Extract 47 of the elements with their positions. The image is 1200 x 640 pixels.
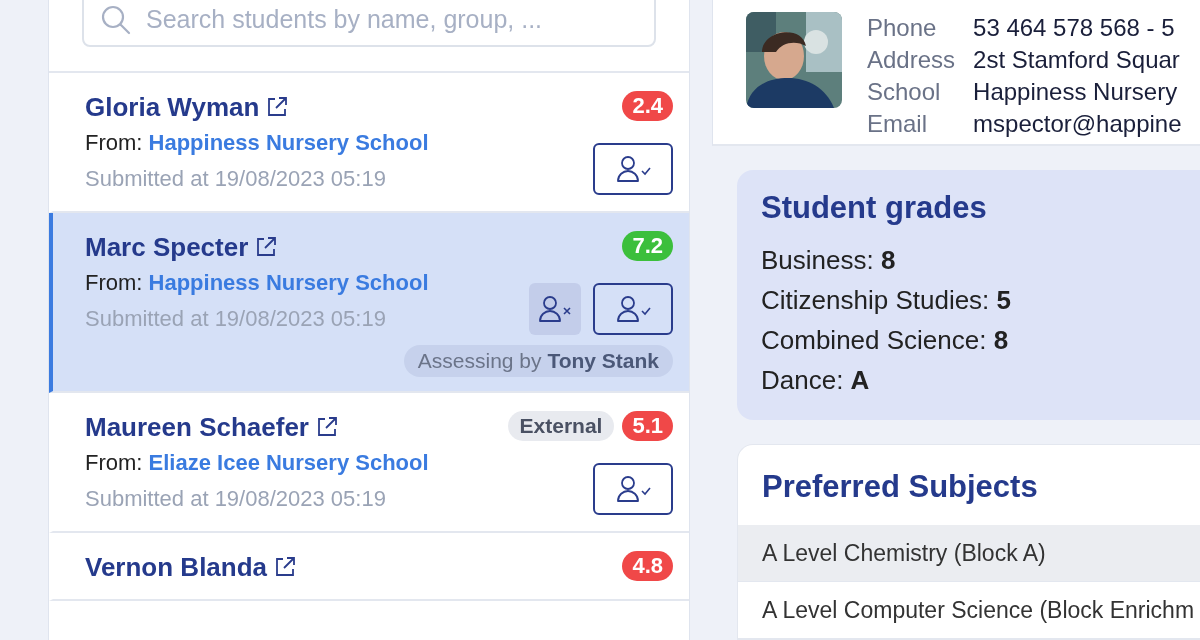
student-name[interactable]: Marc Specter [85, 231, 249, 263]
field-label: Phone [867, 13, 938, 43]
field-value: 2st Stamford Squar [973, 45, 1181, 75]
reject-button[interactable] [529, 283, 581, 335]
field-label: Address [867, 45, 956, 75]
field-value: mspector@happine [973, 109, 1182, 139]
search-field[interactable]: Search students by name, group, ... [82, 0, 656, 47]
grade-item: Citizenship Studies: 5 [761, 284, 1013, 317]
subjects-title: Preferred Subjects [761, 468, 1039, 506]
approve-button[interactable] [593, 283, 673, 335]
search-icon [100, 3, 132, 36]
score-badge: 5.1 [622, 411, 673, 441]
field-label: Email [867, 109, 928, 139]
subject-row[interactable]: A Level Chemistry (Block A) [738, 525, 1200, 582]
field-value: 53 464 578 568 - 5 [973, 13, 1176, 43]
grade-item: Dance: A [761, 364, 871, 397]
school-line: From: Eliaze Icee Nursery School [85, 449, 429, 477]
assessing-label: Assessing by Tony Stank [403, 345, 673, 377]
external-link-icon[interactable] [273, 555, 298, 579]
school-link[interactable]: Happiness Nursery School [148, 130, 429, 155]
grade-item: Combined Science: 8 [761, 324, 1010, 357]
approve-button[interactable] [593, 463, 673, 515]
submitted-time: Submitted at 19/08/2023 05:19 [85, 165, 387, 193]
subject-row[interactable]: A Level Computer Science (Block Enrichm [738, 582, 1200, 639]
student-row[interactable]: Marc Specter From: Happiness Nursery School Submitted at 19/08/2023 05:19 7.2 Assessing by Tony Stank [49, 213, 689, 393]
score-badge: 4.8 [622, 551, 673, 581]
student-row[interactable]: Vernon Blanda 4.8 [49, 533, 689, 601]
school-link[interactable]: Eliaze Icee Nursery School [148, 450, 429, 475]
submitted-time: Submitted at 19/08/2023 05:19 [85, 485, 387, 513]
score-badge: 2.4 [622, 91, 673, 121]
external-link-icon[interactable] [265, 95, 290, 119]
student-name[interactable]: Gloria Wyman [85, 91, 260, 123]
student-name[interactable]: Maureen Schaefer [85, 411, 309, 443]
grade-item: Business: 8 [761, 244, 897, 277]
submitted-time: Submitted at 19/08/2023 05:19 [85, 305, 387, 333]
student-name[interactable]: Vernon Blanda [85, 551, 268, 583]
school-line: From: Happiness Nursery School [85, 129, 429, 157]
score-badge: 7.2 [622, 231, 673, 261]
external-link-icon[interactable] [315, 415, 339, 439]
school-line: From: Happiness Nursery School [85, 269, 429, 297]
approve-button[interactable] [593, 143, 673, 195]
field-value: Happiness Nursery [973, 77, 1179, 107]
student-row[interactable]: Maureen Schaefer From: Eliaze Icee Nursery School Submitted at 19/08/2023 05:19 External 5.1 [49, 393, 689, 533]
field-label: School [867, 77, 942, 107]
external-link-icon[interactable] [254, 235, 279, 259]
external-tag: External [507, 411, 615, 441]
grades-title: Student grades [761, 190, 988, 226]
